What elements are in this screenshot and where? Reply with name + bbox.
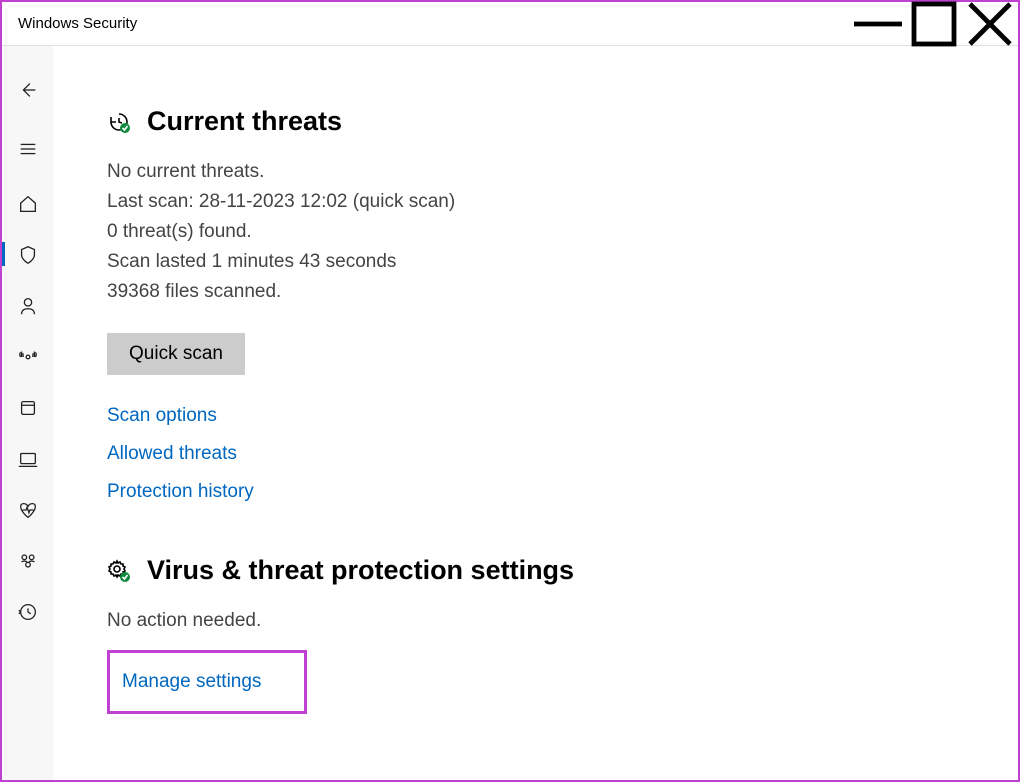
- hamburger-menu-icon[interactable]: [2, 123, 53, 174]
- account-icon[interactable]: [2, 280, 53, 331]
- last-scan-text: Last scan: 28-11-2023 12:02 (quick scan): [107, 187, 1018, 217]
- family-options-icon[interactable]: [2, 535, 53, 586]
- settings-status-text: No action needed.: [107, 606, 1018, 636]
- manage-settings-link[interactable]: Manage settings: [122, 671, 261, 692]
- current-threats-section: Current threats No current threats. Last…: [107, 106, 1018, 503]
- minimize-button[interactable]: [850, 2, 906, 46]
- settings-heading: Virus & threat protection settings: [147, 555, 574, 586]
- back-button[interactable]: [2, 64, 53, 115]
- maximize-button[interactable]: [906, 2, 962, 46]
- gear-check-icon: [107, 559, 131, 583]
- window-title: Windows Security: [2, 15, 850, 32]
- home-icon[interactable]: [2, 178, 53, 229]
- quick-scan-button[interactable]: Quick scan: [107, 333, 245, 375]
- manage-settings-highlight: Manage settings: [107, 650, 307, 714]
- no-threats-text: No current threats.: [107, 157, 1018, 187]
- title-bar: Windows Security: [2, 2, 1018, 46]
- scan-duration-text: Scan lasted 1 minutes 43 seconds: [107, 247, 1018, 277]
- main-content: Current threats No current threats. Last…: [53, 46, 1018, 780]
- shield-icon[interactable]: [2, 229, 53, 280]
- threat-info: No current threats. Last scan: 28-11-202…: [107, 157, 1018, 307]
- sidebar: [2, 46, 53, 780]
- protection-history-icon[interactable]: [2, 586, 53, 637]
- scan-options-link[interactable]: Scan options: [107, 405, 1018, 427]
- performance-health-icon[interactable]: [2, 484, 53, 535]
- device-security-icon[interactable]: [2, 433, 53, 484]
- firewall-icon[interactable]: [2, 331, 53, 382]
- close-button[interactable]: [962, 2, 1018, 46]
- clock-check-icon: [107, 110, 131, 134]
- current-threats-heading: Current threats: [147, 106, 342, 137]
- protection-history-link[interactable]: Protection history: [107, 481, 1018, 503]
- app-browser-icon[interactable]: [2, 382, 53, 433]
- virus-settings-section: Virus & threat protection settings No ac…: [107, 555, 1018, 714]
- threats-found-text: 0 threat(s) found.: [107, 217, 1018, 247]
- allowed-threats-link[interactable]: Allowed threats: [107, 443, 1018, 465]
- files-scanned-text: 39368 files scanned.: [107, 277, 1018, 307]
